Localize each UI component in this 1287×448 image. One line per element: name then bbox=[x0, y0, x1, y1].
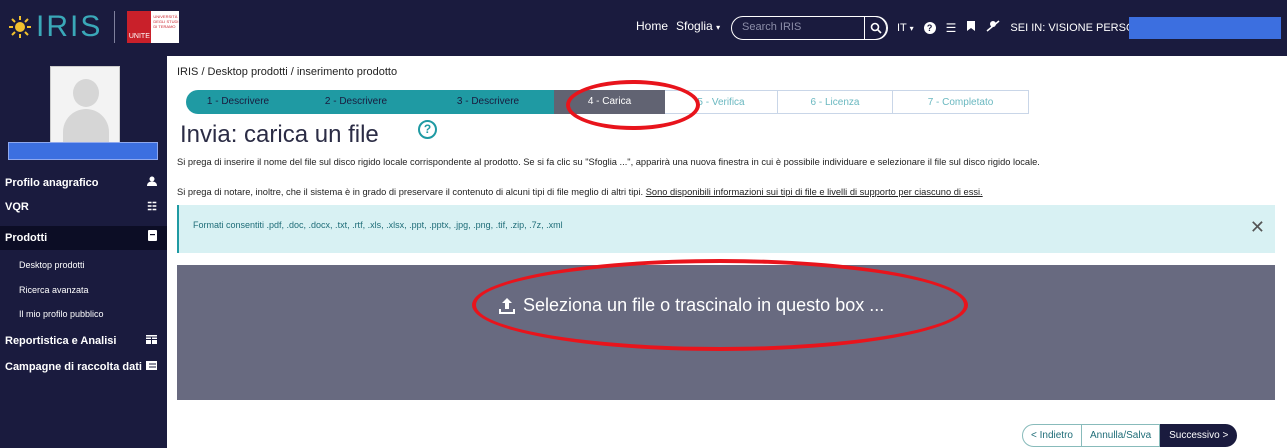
language-label: IT bbox=[897, 21, 907, 34]
search-button[interactable] bbox=[864, 16, 888, 40]
help-icon[interactable]: ? bbox=[923, 21, 936, 34]
sidebar-item-ricerca-avanzata[interactable]: Ricerca avanzata bbox=[0, 278, 167, 302]
caret-down-icon: ▾ bbox=[716, 23, 721, 32]
wizard-buttons: < Indietro Annulla/Salva Successivo > bbox=[1022, 424, 1238, 447]
logo-divider bbox=[114, 11, 116, 43]
caret-down-icon: ▾ bbox=[909, 23, 914, 33]
book-icon bbox=[148, 226, 157, 250]
sidebar-item-label: Il mio profilo pubblico bbox=[19, 309, 104, 319]
sidebar-item-label: VQR bbox=[5, 201, 29, 213]
language-menu[interactable]: IT ▾ bbox=[897, 22, 914, 34]
back-button[interactable]: < Indietro bbox=[1022, 424, 1082, 447]
cancel-save-button[interactable]: Annulla/Salva bbox=[1081, 424, 1161, 447]
alert-text: Formati consentiti .pdf, .doc, .docx, .t… bbox=[193, 220, 563, 230]
sun-icon bbox=[9, 16, 31, 38]
close-icon[interactable]: ✕ bbox=[1250, 217, 1265, 238]
user-icon bbox=[147, 171, 157, 195]
step-3[interactable]: 3 - Descrivere bbox=[422, 90, 554, 114]
file-types-link[interactable]: Sono disponibili informazioni sui tipi d… bbox=[646, 187, 983, 197]
sidebar-item-label: Desktop prodotti bbox=[19, 260, 85, 270]
avatar-body bbox=[63, 109, 109, 143]
sidebar: Profilo anagrafico VQR ☷ Prodotti Deskto… bbox=[0, 56, 167, 448]
list-icon[interactable]: ☰ bbox=[946, 21, 957, 35]
sidebar-item-label: Profilo anagrafico bbox=[5, 177, 99, 189]
user-name-box[interactable] bbox=[1129, 17, 1281, 39]
iris-logo[interactable]: IRIS UNITE UNIVERSITÀ DEGLI STUDI DI TER… bbox=[8, 10, 180, 44]
formats-alert: Formati consentiti .pdf, .doc, .docx, .t… bbox=[177, 205, 1275, 253]
breadcrumb[interactable]: IRIS / Desktop prodotti / inserimento pr… bbox=[177, 66, 397, 78]
logo-text: IRIS bbox=[36, 10, 103, 43]
nav-home-link[interactable]: Home bbox=[636, 19, 668, 33]
sidebar-item-prodotti[interactable]: Prodotti bbox=[0, 226, 167, 250]
step-1[interactable]: 1 - Descrivere bbox=[186, 90, 290, 114]
sidebar-item-campagne[interactable]: Campagne di raccolta dati bbox=[0, 355, 167, 379]
sidebar-item-label: Ricerca avanzata bbox=[19, 285, 89, 295]
user-name-field bbox=[8, 142, 158, 160]
note-text: Si prega di notare, inoltre, che il sist… bbox=[177, 187, 983, 197]
sidebar-item-profilo-pubblico[interactable]: Il mio profilo pubblico bbox=[0, 302, 167, 326]
page-title: Invia: carica un file bbox=[180, 121, 379, 148]
university-logo[interactable]: UNITE UNIVERSITÀ DEGLI STUDI DI TERAMO bbox=[127, 11, 180, 43]
step-7: 7 - Completato bbox=[893, 90, 1029, 114]
sidebar-item-label: Prodotti bbox=[5, 232, 48, 244]
highlight-ring-step bbox=[566, 80, 700, 130]
sidebar-item-label: Reportistica e Analisi bbox=[5, 335, 117, 347]
top-navbar: IRIS UNITE UNIVERSITÀ DEGLI STUDI DI TER… bbox=[0, 0, 1287, 56]
instructions-text: Si prega di inserire il nome del file su… bbox=[177, 157, 1040, 167]
note-text-body: Si prega di notare, inoltre, che il sist… bbox=[177, 187, 644, 197]
bookmark-icon[interactable] bbox=[966, 20, 976, 35]
nav-links: Home Sfoglia ▾ bbox=[636, 19, 720, 33]
table-icon bbox=[146, 329, 157, 353]
sidebar-item-label: Campagne di raccolta dati bbox=[5, 361, 142, 373]
avatar-head bbox=[73, 79, 99, 107]
step-6: 6 - Licenza bbox=[778, 90, 893, 114]
user-switch-icon[interactable] bbox=[986, 20, 1000, 35]
unite-mark: UNITE bbox=[127, 11, 152, 43]
search-icon bbox=[870, 22, 882, 34]
search-placeholder: Search IRIS bbox=[742, 21, 802, 33]
highlight-ring-dropzone bbox=[472, 259, 968, 351]
ordered-list-icon: ☷ bbox=[147, 201, 157, 213]
avatar bbox=[50, 66, 120, 144]
sidebar-item-profilo[interactable]: Profilo anagrafico bbox=[0, 171, 167, 195]
sidebar-item-reportistica[interactable]: Reportistica e Analisi bbox=[0, 329, 167, 353]
next-button[interactable]: Successivo > bbox=[1160, 424, 1238, 447]
nav-browse-menu[interactable]: Sfoglia ▾ bbox=[676, 19, 720, 33]
nav-browse-label: Sfoglia bbox=[676, 19, 713, 33]
sidebar-item-desktop-prodotti[interactable]: Desktop prodotti bbox=[0, 253, 167, 277]
help-icon[interactable]: ? bbox=[418, 120, 437, 139]
list-alt-icon bbox=[146, 355, 157, 379]
step-2[interactable]: 2 - Descrivere bbox=[290, 90, 422, 114]
unite-small-text: UNIVERSITÀ DEGLI STUDI DI TERAMO bbox=[153, 14, 179, 29]
sidebar-item-vqr[interactable]: VQR ☷ bbox=[0, 195, 167, 219]
